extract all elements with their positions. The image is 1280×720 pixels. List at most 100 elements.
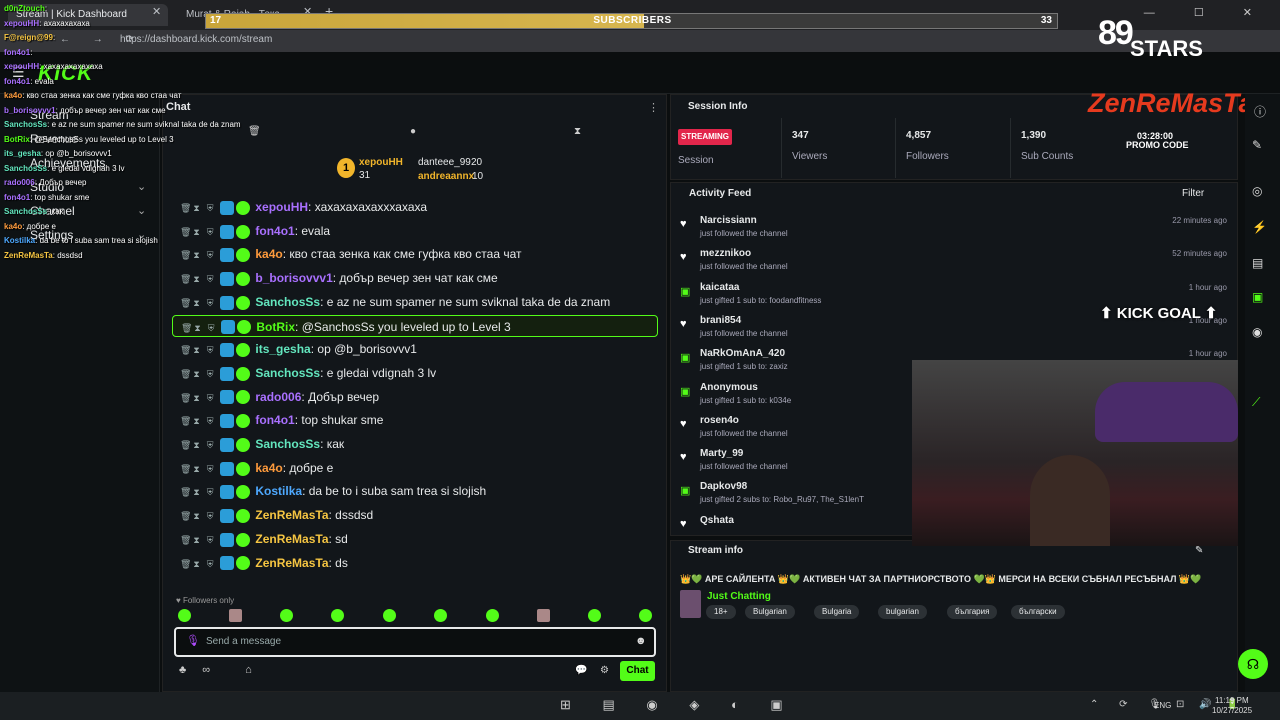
gear-icon[interactable]: ⚙ (600, 665, 609, 676)
taskbar-apps[interactable]: ⊞ ▤ ◉ ◈ ◐ ▣ (560, 697, 797, 713)
window-controls[interactable]: — ☐ ✕ (1144, 6, 1270, 19)
shield-icon[interactable]: ⛨ (207, 339, 217, 360)
activity-user[interactable]: brani854 (700, 315, 741, 326)
shield-icon[interactable]: ⛨ (208, 317, 218, 336)
hourglass-icon[interactable]: ⧗ (574, 126, 581, 137)
hourglass-icon[interactable]: ⧗ (193, 221, 203, 242)
shield-icon[interactable]: ⛨ (207, 434, 217, 455)
chat-username[interactable]: ZenReMasTa (255, 556, 328, 570)
emote-icon[interactable] (588, 609, 601, 622)
emote-icon[interactable] (486, 609, 499, 622)
emote-icon[interactable] (178, 609, 191, 622)
hourglass-icon[interactable]: ⧗ (193, 292, 203, 313)
trash-icon[interactable]: 🗑 (180, 434, 191, 455)
chat-username[interactable]: ZenReMasTa (255, 532, 328, 546)
shield-icon[interactable]: ⛨ (207, 197, 217, 218)
emote-icon[interactable] (639, 609, 652, 622)
emote-icon[interactable] (331, 609, 344, 622)
activity-user[interactable]: Narcissiann (700, 215, 757, 226)
hourglass-icon[interactable]: ⧗ (193, 505, 203, 526)
activity-user[interactable]: Dapkov98 (700, 481, 747, 492)
input-language[interactable]: ENG (1154, 701, 1171, 710)
chat-send-button[interactable]: Chat (620, 661, 655, 681)
emote-icon[interactable] (229, 609, 242, 622)
hourglass-icon[interactable]: ⧗ (193, 244, 203, 265)
help-chat-button[interactable]: ☊ (1238, 649, 1268, 679)
activity-user[interactable]: Anonymous (700, 382, 758, 393)
trash-icon[interactable]: 🗑 (180, 268, 191, 289)
stream-tag[interactable]: български (1011, 605, 1065, 619)
chat-username[interactable]: ka4o (255, 247, 282, 261)
activity-user[interactable]: NaRkOmAnA_420 (700, 348, 785, 359)
chat-message[interactable]: 🗑 ⧗ ⛨ ka4o: кво стаа зенка как сме гуфка… (172, 243, 658, 265)
trash-icon[interactable]: 🗑 (180, 221, 191, 242)
chat-username[interactable]: fon4o1 (255, 413, 294, 427)
clock-date[interactable]: 10/27/2025 (1212, 706, 1252, 715)
trash-icon[interactable]: 🗑 (180, 458, 191, 479)
chat-message[interactable]: 🗑 ⧗ ⛨ xepouHH: хахахахахахххахаха (172, 196, 658, 218)
clock-time[interactable]: 11:19 PM (1215, 696, 1249, 705)
hourglass-icon[interactable]: ⧗ (193, 458, 203, 479)
trash-icon[interactable]: 🗑 (180, 410, 191, 431)
chat-username[interactable]: b_borisovvv1 (255, 271, 332, 285)
trash-icon[interactable]: 🗑 (180, 363, 191, 384)
chat-message[interactable]: 🗑 ⧗ ⛨ ZenReMasTa: dssdsd (172, 504, 658, 526)
chat-bubble-icon[interactable]: 💬 (575, 665, 587, 676)
edit-icon[interactable]: ✎ (1252, 138, 1262, 152)
chat-username[interactable]: ZenReMasTa (255, 508, 328, 522)
chat-message[interactable]: 🗑 ⧗ ⛨ its_gesha: op @b_borisovvv1 (172, 338, 658, 360)
chat-message[interactable]: 🗑 ⧗ ⛨ SanchosSs: как (172, 433, 658, 455)
chat-menu-icon[interactable]: ⋮ (648, 101, 659, 114)
trash-icon[interactable]: 🗑 (180, 529, 191, 550)
trash-icon[interactable]: 🗑 (180, 481, 191, 502)
hourglass-icon[interactable]: ⧗ (193, 339, 203, 360)
trash-icon[interactable]: 🗑 (180, 339, 191, 360)
trash-icon[interactable]: 🗑 (180, 244, 191, 265)
chat-message[interactable]: 🗑 ⧗ ⛨ ZenReMasTa: ds (172, 552, 658, 574)
chat-username[interactable]: rado006 (255, 390, 301, 404)
shield-icon[interactable]: ⛨ (207, 363, 217, 384)
crosshair-icon[interactable]: ◎ (1252, 184, 1262, 198)
category-link[interactable]: Just Chatting (707, 591, 771, 602)
trash-icon[interactable]: 🗑 (180, 505, 191, 526)
chat-username[interactable]: ka4o (255, 461, 282, 475)
trash-icon[interactable]: 🗑 (181, 317, 192, 336)
chat-username[interactable]: SanchosSs (255, 295, 320, 309)
hourglass-icon[interactable]: ⧗ (193, 481, 203, 502)
emoji-icon[interactable]: ☻ (635, 635, 647, 647)
shield-icon[interactable]: ⛨ (207, 481, 217, 502)
chat-message[interactable]: 🗑 ⧗ ⛨ b_borisovvv1: добър вечер зен чат … (172, 267, 658, 289)
hourglass-icon[interactable]: ⧗ (193, 434, 203, 455)
shield-icon[interactable]: ⛨ (207, 221, 217, 242)
shield-icon[interactable]: ⛨ (207, 505, 217, 526)
chat-message[interactable]: 🗑 ⧗ ⛨ SanchosSs: e gledai vdignah 3 lv (172, 362, 658, 384)
emote-icon[interactable] (383, 609, 396, 622)
chat-username[interactable]: fon4o1 (255, 224, 294, 238)
hourglass-icon[interactable]: ⧗ (194, 317, 204, 336)
chat-username[interactable]: xepouHH (255, 200, 308, 214)
activity-user[interactable]: kaicataa (700, 282, 739, 293)
shield-icon[interactable]: ⛨ (207, 553, 217, 574)
emote-icon[interactable] (280, 609, 293, 622)
shield-icon[interactable]: ⛨ (207, 268, 217, 289)
hourglass-icon[interactable]: ⧗ (193, 410, 203, 431)
trash-icon[interactable]: 🗑 (180, 387, 191, 408)
shield-icon[interactable]: ⛨ (207, 387, 217, 408)
stream-tag[interactable]: Bulgaria (814, 605, 860, 619)
emote-icon[interactable] (537, 609, 550, 622)
chat-message[interactable]: 🗑 ⧗ ⛨ fon4o1: evala (172, 220, 658, 242)
shield-icon[interactable]: ⛨ (207, 529, 217, 550)
shield-icon[interactable]: ⛨ (207, 244, 217, 265)
chat-username[interactable]: SanchosSs (255, 366, 320, 380)
chat-message[interactable]: 🗑 ⧗ ⛨ Kostilka: da be to i suba sam trea… (172, 480, 658, 502)
chat-username[interactable]: BotRix (256, 320, 295, 334)
stream-tag[interactable]: bulgarian (878, 605, 927, 619)
hourglass-icon[interactable]: ⧗ (193, 363, 203, 384)
activity-user[interactable]: Qshata (700, 515, 734, 526)
emote-icon[interactable] (434, 609, 447, 622)
shield-icon[interactable]: ⛨ (207, 458, 217, 479)
chat-bubble-icon[interactable]: ▣ (1252, 290, 1263, 304)
stream-tag[interactable]: българия (947, 605, 998, 619)
trash-icon[interactable]: 🗑 (180, 197, 191, 218)
stream-tag[interactable]: 18+ (706, 605, 736, 619)
